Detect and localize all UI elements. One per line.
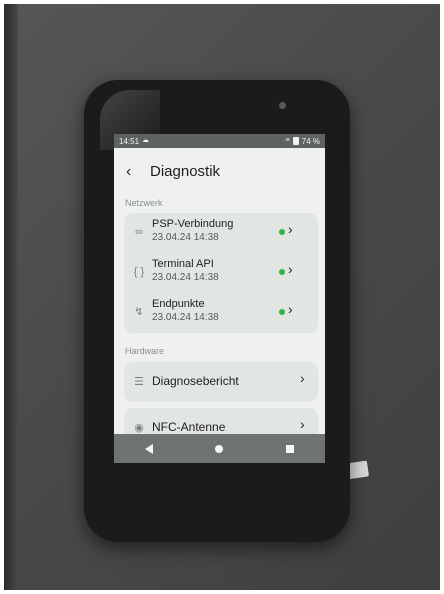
item-date: 23.04.24 14:38	[152, 312, 219, 323]
list-item-terminal-api[interactable]: { } Terminal API 23.04.24 14:38 ›	[124, 253, 318, 293]
item-name: Diagnosebericht	[152, 374, 239, 388]
section-label-network: Netzwerk	[125, 198, 163, 208]
chevron-right-icon: ›	[300, 370, 305, 386]
braces-icon: { }	[133, 266, 145, 278]
status-dot	[279, 229, 285, 235]
nav-recents-icon[interactable]	[285, 444, 294, 453]
link-icon: ∞	[135, 226, 143, 238]
status-time: 14:51	[119, 136, 140, 146]
list-item-psp-verbindung[interactable]: ∞ PSP-Verbindung 23.04.24 14:38 ›	[124, 213, 318, 253]
status-bar: 14:51 ☁ ·≡ 74 %	[114, 134, 325, 148]
network-card: ∞ PSP-Verbindung 23.04.24 14:38 › { } Te…	[124, 213, 318, 333]
report-icon: ☰	[134, 376, 144, 388]
chevron-right-icon: ›	[288, 301, 293, 317]
item-name: Terminal API	[152, 258, 214, 270]
status-dot	[279, 269, 285, 275]
page-title: Diagnostik	[150, 163, 221, 180]
nav-back-icon[interactable]	[145, 443, 154, 454]
terminal-screen: 14:51 ☁ ·≡ 74 % ‹ Diagnostik Netzwerk ∞ …	[114, 134, 325, 463]
chevron-right-icon: ›	[288, 261, 293, 277]
item-date: 23.04.24 14:38	[152, 272, 219, 283]
item-date: 23.04.24 14:38	[152, 232, 219, 243]
battery-percent: 74 %	[301, 136, 320, 146]
list-item-endpunkte[interactable]: ↯ Endpunkte 23.04.24 14:38 ›	[124, 293, 318, 333]
front-sensor	[279, 102, 286, 109]
battery-icon	[292, 137, 299, 145]
signal-icon: ·≡	[283, 137, 290, 144]
list-item-diagnosebericht[interactable]: ☰ Diagnosebericht ›	[124, 362, 318, 402]
screen-header: ‹ Diagnostik	[126, 163, 220, 180]
chevron-right-icon: ›	[300, 416, 305, 432]
endpoint-icon: ↯	[134, 306, 144, 318]
item-name: NFC-Antenne	[152, 420, 226, 434]
nfc-icon: ◉	[134, 422, 144, 434]
chevron-right-icon: ›	[288, 221, 293, 237]
section-label-hardware: Hardware	[125, 346, 165, 356]
item-name: PSP-Verbindung	[152, 218, 234, 230]
cloud-icon: ☁	[142, 137, 150, 144]
desk-edge	[4, 4, 18, 590]
system-nav-bar	[114, 434, 325, 463]
nav-home-icon[interactable]	[215, 444, 224, 453]
item-name: Endpunkte	[152, 298, 205, 310]
back-arrow-icon[interactable]: ‹	[126, 163, 144, 180]
status-dot	[279, 309, 285, 315]
